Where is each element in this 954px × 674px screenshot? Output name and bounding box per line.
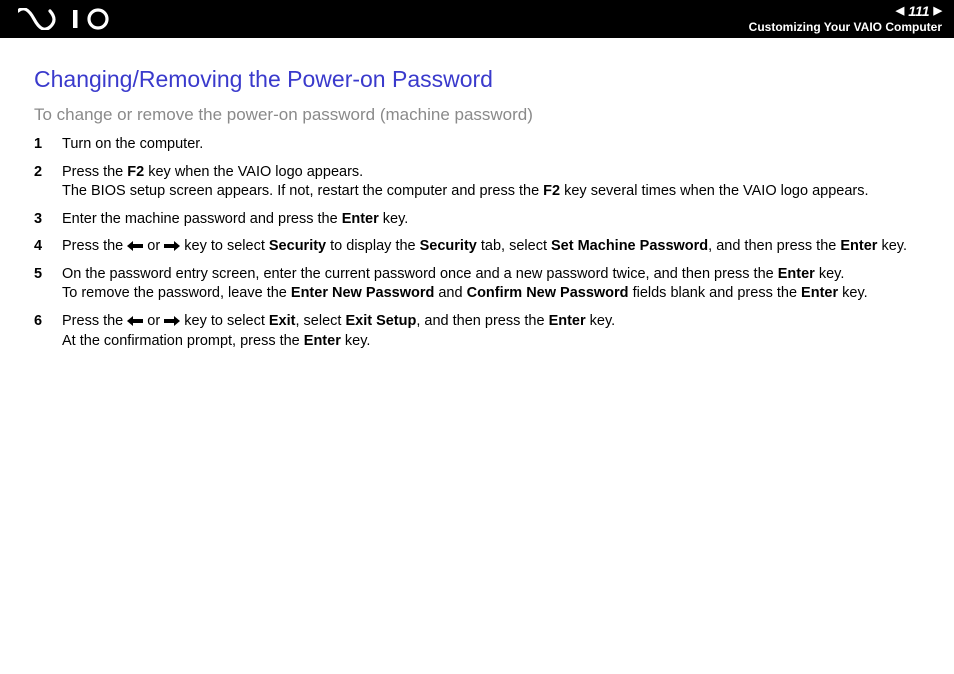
step: 5On the password entry screen, enter the… [34, 265, 920, 304]
subtitle: To change or remove the power-on passwor… [34, 105, 920, 125]
page-nav: ◀ 111 ▶ [896, 3, 942, 20]
vaio-logo-svg [18, 8, 128, 30]
step: 4Press the or key to select Security to … [34, 237, 920, 257]
step-number: 1 [34, 135, 62, 155]
step: 2Press the F2 key when the VAIO logo app… [34, 163, 920, 202]
step-number: 5 [34, 265, 62, 285]
arrow-left-icon [127, 241, 143, 251]
step-body: Press the F2 key when the VAIO logo appe… [62, 163, 920, 202]
header-right: ◀ 111 ▶ Customizing Your VAIO Computer [749, 3, 942, 34]
step: 6Press the or key to select Exit, select… [34, 312, 920, 351]
step-number: 4 [34, 237, 62, 257]
step: 1Turn on the computer. [34, 135, 920, 155]
step-body: Press the or key to select Security to d… [62, 237, 920, 257]
page-title: Changing/Removing the Power-on Password [34, 66, 920, 93]
step-number: 2 [34, 163, 62, 183]
steps-list: 1Turn on the computer.2Press the F2 key … [34, 135, 920, 351]
step-body: On the password entry screen, enter the … [62, 265, 920, 304]
breadcrumb: Customizing Your VAIO Computer [749, 20, 942, 34]
step-number: 6 [34, 312, 62, 332]
page-number: 111 [908, 3, 929, 20]
vaio-logo [18, 8, 128, 30]
arrow-right-icon [164, 241, 180, 251]
arrow-left-icon [127, 316, 143, 326]
step-body: Press the or key to select Exit, select … [62, 312, 920, 351]
step-body: Turn on the computer. [62, 135, 920, 155]
step-number: 3 [34, 210, 62, 230]
nav-next-icon[interactable]: ▶ [934, 5, 942, 18]
step: 3Enter the machine password and press th… [34, 210, 920, 230]
arrow-right-icon [164, 316, 180, 326]
step-body: Enter the machine password and press the… [62, 210, 920, 230]
content: Changing/Removing the Power-on Password … [0, 38, 954, 379]
nav-prev-icon[interactable]: ◀ [896, 5, 904, 18]
header-bar: ◀ 111 ▶ Customizing Your VAIO Computer [0, 0, 954, 38]
